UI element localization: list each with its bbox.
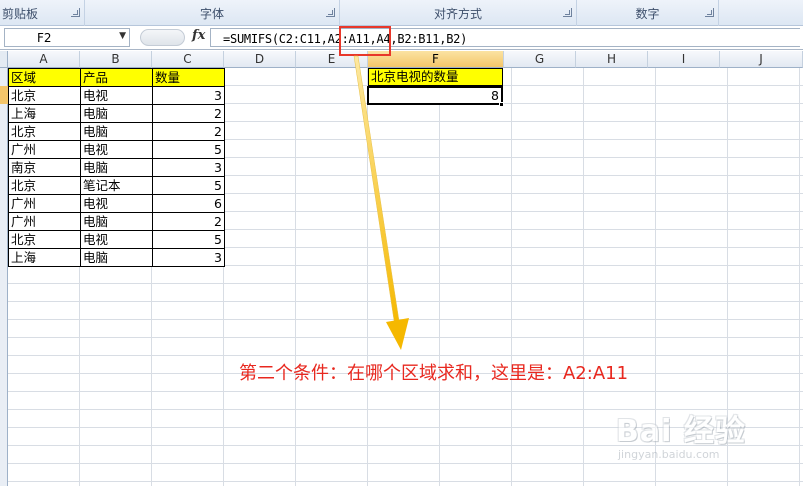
cell-region[interactable]: 北京 [8, 86, 81, 105]
cell-product[interactable]: 笔记本 [80, 176, 153, 195]
cell-quantity[interactable]: 2 [152, 104, 225, 123]
cell-product[interactable]: 电脑 [80, 212, 153, 231]
ribbon-group-clipboard: 剪贴板 [0, 0, 85, 26]
cell-region[interactable]: 广州 [8, 140, 81, 159]
cell-region[interactable]: 北京 [8, 122, 81, 141]
cell-quantity[interactable]: 3 [152, 86, 225, 105]
table-row: 北京 电脑 2 [8, 122, 225, 141]
chevron-down-icon[interactable]: ▼ [119, 31, 126, 41]
cell-quantity[interactable]: 2 [152, 122, 225, 141]
cell-quantity[interactable]: 6 [152, 194, 225, 213]
table-row: 北京 电视 3 [8, 86, 225, 105]
column-header-d[interactable]: D [224, 51, 296, 68]
formula-bar: F2 ▼ fx =SUMIFS(C2:C11,A2:A11,A4,B2:B11,… [0, 26, 803, 50]
formula-input[interactable]: =SUMIFS(C2:C11,A2:A11,A4,B2:B11,B2) [210, 28, 800, 47]
column-header-i[interactable]: I [648, 51, 720, 68]
ribbon-group-label: 对齐方式 [433, 7, 482, 21]
formula-bar-splitter[interactable] [140, 29, 185, 46]
select-all-corner[interactable] [0, 51, 8, 68]
column-header-g[interactable]: G [504, 51, 576, 68]
table-row: 广州 电视 5 [8, 140, 225, 159]
result-label-cell[interactable]: 北京电视的数量 [368, 68, 503, 86]
fill-handle[interactable] [499, 102, 504, 107]
dialog-launcher-icon[interactable] [563, 8, 572, 17]
dialog-launcher-icon[interactable] [326, 8, 335, 17]
table-row: 上海 电脑 3 [8, 248, 225, 267]
table-row: 上海 电脑 2 [8, 104, 225, 123]
ribbon-group-font: 字体 [85, 0, 340, 26]
table-row: 北京 笔记本 5 [8, 176, 225, 195]
dialog-launcher-icon[interactable] [705, 8, 714, 17]
ribbon-group-alignment: 对齐方式 [340, 0, 577, 26]
table-header-row: 区域 产品 数量 [8, 68, 225, 87]
cell-product[interactable]: 电脑 [80, 158, 153, 177]
column-header-h[interactable]: H [576, 51, 648, 68]
table-row: 北京 电视 5 [8, 230, 225, 249]
cell-region[interactable]: 南京 [8, 158, 81, 177]
name-box[interactable]: F2 ▼ [4, 28, 130, 47]
column-header-b[interactable]: B [80, 51, 152, 68]
header-cell-product[interactable]: 产品 [80, 68, 153, 87]
annotation-text: 第二个条件：在哪个区域求和，这里是：A2:A11 [239, 363, 629, 384]
table-row: 南京 电脑 3 [8, 158, 225, 177]
baidu-watermark: Bai 经验 jingyan.baidu.com [616, 400, 796, 470]
ribbon-group-number: 数字 [577, 0, 719, 26]
table-row: 广州 电脑 2 [8, 212, 225, 231]
ribbon-group-label: 数字 [635, 7, 660, 21]
watermark-logo: Bai 经验 [616, 414, 746, 449]
data-table: 区域 产品 数量 北京 电视 3 上海 电脑 2 北京 电脑 2 广州 电视 5 南京 电脑 3 北京 笔记本 5… [8, 68, 225, 267]
watermark-url: jingyan.baidu.com [618, 448, 720, 461]
dialog-launcher-icon[interactable] [71, 8, 80, 17]
name-box-value: F2 [37, 31, 52, 45]
ribbon-group-label: 字体 [199, 7, 224, 21]
column-header-a[interactable]: A [8, 51, 80, 68]
cell-product[interactable]: 电视 [80, 140, 153, 159]
cell-region[interactable]: 广州 [8, 212, 81, 231]
cell-product[interactable]: 电脑 [80, 122, 153, 141]
row-header-strip[interactable] [0, 68, 8, 486]
cell-product[interactable]: 电脑 [80, 248, 153, 267]
cell-quantity[interactable]: 5 [152, 230, 225, 249]
cell-region[interactable]: 北京 [8, 176, 81, 195]
insert-function-icon[interactable]: fx [192, 28, 205, 43]
cell-region[interactable]: 上海 [8, 104, 81, 123]
column-header-c[interactable]: C [152, 51, 224, 68]
cell-quantity[interactable]: 2 [152, 212, 225, 231]
header-cell-quantity[interactable]: 数量 [152, 68, 225, 87]
cell-region[interactable]: 北京 [8, 230, 81, 249]
ribbon-group-strip: 剪贴板 字体 对齐方式 数字 [0, 0, 803, 26]
result-value-cell[interactable]: 8 [367, 86, 503, 105]
header-cell-region[interactable]: 区域 [8, 68, 81, 87]
cell-product[interactable]: 电视 [80, 194, 153, 213]
table-row: 广州 电视 6 [8, 194, 225, 213]
cell-quantity[interactable]: 3 [152, 158, 225, 177]
cell-quantity[interactable]: 3 [152, 248, 225, 267]
row-header-selected[interactable] [0, 86, 8, 104]
cell-product[interactable]: 电脑 [80, 104, 153, 123]
cell-region[interactable]: 广州 [8, 194, 81, 213]
cell-product[interactable]: 电视 [80, 230, 153, 249]
column-header-j[interactable]: J [720, 51, 803, 68]
cell-region[interactable]: 上海 [8, 248, 81, 267]
cell-product[interactable]: 电视 [80, 86, 153, 105]
formula-highlight-box [339, 26, 391, 56]
cell-quantity[interactable]: 5 [152, 176, 225, 195]
ribbon-group-styles [719, 0, 803, 26]
cell-quantity[interactable]: 5 [152, 140, 225, 159]
